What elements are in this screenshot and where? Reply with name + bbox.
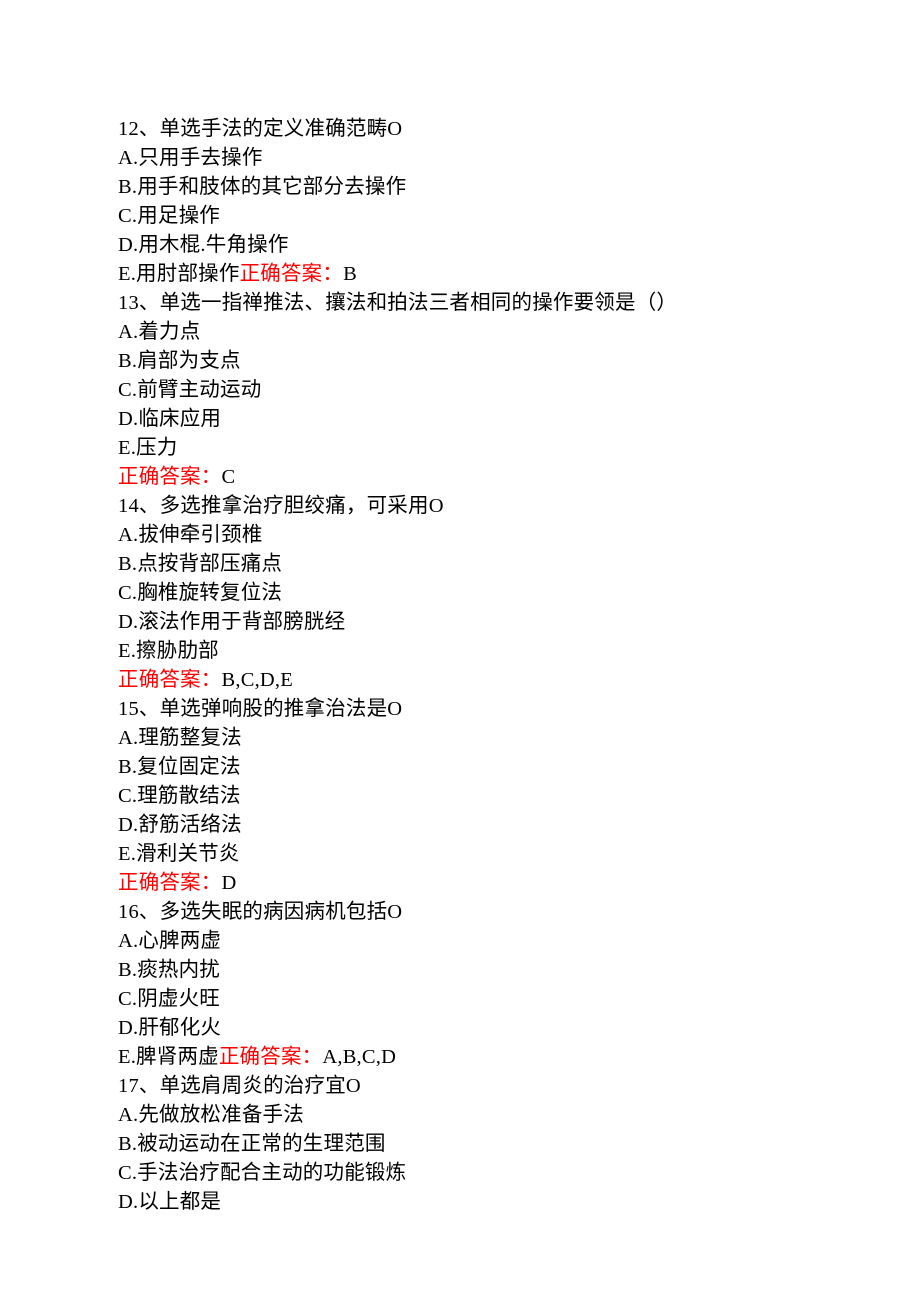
q12-option-e-answer: E.用肘部操作正确答案：B [118,260,802,289]
q12-option-c: C.用足操作 [118,202,802,231]
q13-option-a: A.着力点 [118,318,802,347]
q13-option-b: B.肩部为支点 [118,347,802,376]
document-page: 12、单选手法的定义准确范畴O A.只用手去操作 B.用手和肢体的其它部分去操作… [0,0,920,1277]
q14-answer: 正确答案：B,C,D,E [118,666,802,695]
q15-stem: 15、单选弹响股的推拿治法是O [118,695,802,724]
q16-option-b: B.痰热内扰 [118,956,802,985]
q15-answer-value: D [222,872,237,894]
q13-option-e: E.压力 [118,434,802,463]
q15-option-a: A.理筋整复法 [118,724,802,753]
q12-option-e-text: E.用肘部操作 [118,263,240,285]
q12-answer-label: 正确答案： [240,263,344,285]
q14-option-a: A.拔伸牵引颈椎 [118,521,802,550]
q14-answer-label: 正确答案： [118,669,222,691]
q15-answer: 正确答案：D [118,869,802,898]
q16-answer-value: A,B,C,D [322,1046,396,1068]
q14-option-c: C.胸椎旋转复位法 [118,579,802,608]
q15-option-e: E.滑利关节炎 [118,840,802,869]
q16-option-e-text: E.脾肾两虚 [118,1046,219,1068]
q13-option-c: C.前臂主动运动 [118,376,802,405]
q17-stem: 17、单选肩周炎的治疗宜O [118,1072,802,1101]
q15-option-b: B.复位固定法 [118,753,802,782]
q16-option-d: D.肝郁化火 [118,1014,802,1043]
q13-answer-value: C [222,466,236,488]
q17-option-d: D.以上都是 [118,1188,802,1217]
q14-answer-value: B,C,D,E [222,669,293,691]
q16-answer-label: 正确答案： [219,1046,323,1068]
q13-answer: 正确答案：C [118,463,802,492]
q12-option-b: B.用手和肢体的其它部分去操作 [118,173,802,202]
q16-option-e-answer: E.脾肾两虚正确答案：A,B,C,D [118,1043,802,1072]
q13-option-d: D.临床应用 [118,405,802,434]
q12-stem: 12、单选手法的定义准确范畴O [118,115,802,144]
q16-stem: 16、多选失眠的病因病机包括O [118,898,802,927]
q14-stem: 14、多选推拿治疗胆绞痛，可采用O [118,492,802,521]
q17-option-c: C.手法治疗配合主动的功能锻炼 [118,1159,802,1188]
q12-option-a: A.只用手去操作 [118,144,802,173]
q15-option-c: C.理筋散结法 [118,782,802,811]
q15-option-d: D.舒筋活络法 [118,811,802,840]
q16-option-a: A.心脾两虚 [118,927,802,956]
q17-option-b: B.被动运动在正常的生理范围 [118,1130,802,1159]
q12-answer-value: B [343,263,357,285]
q17-option-a: A.先做放松准备手法 [118,1101,802,1130]
q14-option-d: D.滚法作用于背部膀胱经 [118,608,802,637]
q16-option-c: C.阴虚火旺 [118,985,802,1014]
q14-option-e: E.擦胁肋部 [118,637,802,666]
q12-option-d: D.用木棍.牛角操作 [118,231,802,260]
q13-answer-label: 正确答案： [118,466,222,488]
q14-option-b: B.点按背部压痛点 [118,550,802,579]
q13-stem: 13、单选一指禅推法、攘法和拍法三者相同的操作要领是（） [118,289,802,318]
q15-answer-label: 正确答案： [118,872,222,894]
